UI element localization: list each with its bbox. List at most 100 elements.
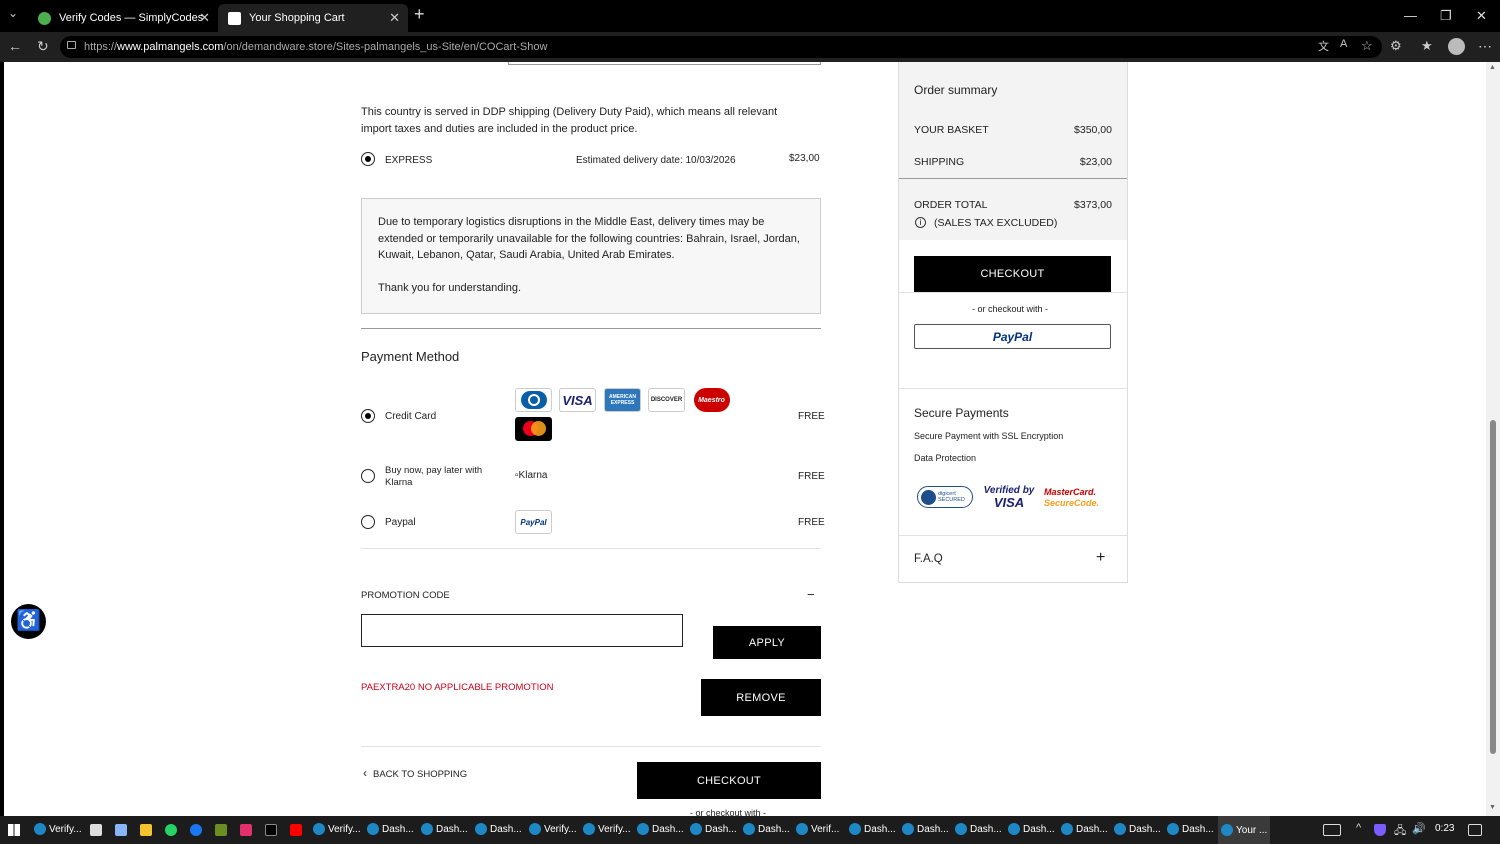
youtube-icon[interactable] bbox=[290, 824, 302, 836]
whatsapp-icon[interactable] bbox=[165, 824, 177, 836]
taskbar-item-active[interactable]: Your ... bbox=[1218, 816, 1271, 844]
scroll-up-icon[interactable]: ▲ bbox=[1489, 64, 1496, 71]
new-tab-icon[interactable]: + bbox=[414, 4, 425, 25]
taskbar-item[interactable]: Verify... bbox=[583, 823, 631, 835]
clock[interactable]: 0:23 bbox=[1435, 823, 1454, 834]
checkout-button-bottom[interactable]: CHECKOUT bbox=[637, 762, 821, 799]
klarna-label: Buy now, pay later with Klarna bbox=[385, 465, 482, 489]
shield-icon[interactable] bbox=[1374, 824, 1386, 836]
paypal-radio[interactable] bbox=[361, 515, 375, 529]
more-menu-icon[interactable]: ⋯ bbox=[1478, 38, 1492, 55]
minecraft-icon[interactable] bbox=[215, 824, 227, 836]
favorite-star-icon[interactable]: ☆ bbox=[1361, 38, 1373, 54]
tab-shopping-cart[interactable]: Your Shopping Cart ✕ bbox=[218, 4, 408, 32]
paypal-button[interactable]: PayPal bbox=[914, 324, 1111, 349]
notifications-icon[interactable] bbox=[1468, 824, 1482, 836]
refresh-icon[interactable]: ↻ bbox=[37, 38, 49, 55]
taskbar-item[interactable]: Dash... bbox=[1008, 823, 1055, 835]
mastercard-securecode-badge-icon: MasterCard. SecureCode. bbox=[1044, 487, 1104, 509]
order-total-label: ORDER TOTAL bbox=[914, 199, 988, 211]
extensions-icon[interactable]: ⚙ bbox=[1390, 38, 1402, 54]
back-icon[interactable]: ← bbox=[8, 38, 22, 54]
taskbar-label: Dash... bbox=[705, 823, 737, 835]
credit-card-radio[interactable] bbox=[361, 409, 375, 423]
taskbar-label: Dash... bbox=[1129, 823, 1161, 835]
taskbar-item[interactable]: Verify... bbox=[313, 823, 361, 835]
taskbar-item[interactable]: Dash... bbox=[743, 823, 790, 835]
x-icon[interactable] bbox=[265, 824, 277, 836]
edge-icon bbox=[421, 823, 433, 835]
taskbar-label: Dash... bbox=[490, 823, 522, 835]
info-icon[interactable]: i bbox=[915, 217, 926, 228]
taskbar: Verify... Verify... Dash... Dash... Dash… bbox=[0, 816, 1500, 844]
divider bbox=[899, 292, 1127, 293]
minimize-icon[interactable]: — bbox=[1404, 8, 1417, 23]
edge-icon bbox=[690, 823, 702, 835]
network-icon[interactable]: 🖧 bbox=[1394, 822, 1406, 841]
url-field[interactable]: https://www.palmangels.com/on/demandware… bbox=[60, 36, 1382, 58]
klarna-logo-alt: ▫Klarna bbox=[515, 470, 548, 481]
remove-button[interactable]: REMOVE bbox=[701, 679, 821, 716]
or-checkout-with-bottom: - or checkout with - bbox=[690, 808, 767, 816]
translate-icon[interactable]: 文 bbox=[1318, 38, 1329, 54]
file-explorer-icon[interactable] bbox=[140, 824, 152, 836]
promo-heading: PROMOTION CODE bbox=[361, 590, 450, 601]
lock-icon bbox=[67, 41, 76, 49]
taskbar-item[interactable]: Dash... bbox=[367, 823, 414, 835]
taskbar-item[interactable]: Verify... bbox=[529, 823, 577, 835]
favorites-icon[interactable]: ★ bbox=[1421, 38, 1433, 54]
tab-list-icon[interactable]: ⌄ bbox=[8, 6, 18, 20]
shipping-value: $23,00 bbox=[1079, 156, 1112, 168]
taskbar-item[interactable]: Dash... bbox=[1167, 823, 1214, 835]
volume-icon[interactable]: 🔊 bbox=[1412, 822, 1426, 835]
paypal-label: Paypal bbox=[385, 517, 416, 528]
edge-icon bbox=[313, 823, 325, 835]
close-icon[interactable]: ✕ bbox=[199, 10, 210, 26]
verified-by-visa-badge-icon: Verified by VISA bbox=[981, 485, 1037, 509]
taskbar-item[interactable]: Dash... bbox=[1114, 823, 1161, 835]
taskbar-item[interactable]: Dash... bbox=[902, 823, 949, 835]
notepad-icon[interactable] bbox=[115, 824, 127, 836]
promo-code-input[interactable] bbox=[361, 614, 683, 647]
mc-badge-line: MasterCard. bbox=[1044, 487, 1097, 497]
back-to-shopping-link[interactable]: ‹ BACK TO SHOPPING bbox=[363, 766, 467, 780]
taskbar-item[interactable]: Dash... bbox=[1061, 823, 1108, 835]
profile-avatar[interactable] bbox=[1448, 38, 1465, 55]
facebook-icon[interactable] bbox=[190, 824, 202, 836]
taskbar-item[interactable]: Verif... bbox=[796, 823, 839, 835]
promo-toggle-icon[interactable]: − bbox=[807, 587, 815, 602]
scrollbar-thumb[interactable] bbox=[1490, 420, 1496, 754]
taskbar-item[interactable]: Verify... bbox=[34, 823, 82, 835]
chevron-up-icon[interactable]: ^ bbox=[1356, 822, 1361, 834]
scroll-down-icon[interactable]: ▼ bbox=[1489, 804, 1496, 811]
taskbar-item[interactable]: Dash... bbox=[955, 823, 1002, 835]
checkout-button[interactable]: CHECKOUT bbox=[914, 256, 1111, 292]
url-domain: www.palmangels.com bbox=[117, 41, 224, 53]
ddp-note-line: This country is served in DDP shipping (… bbox=[361, 106, 778, 118]
accessibility-icon[interactable]: ♿ bbox=[11, 604, 46, 639]
ssl-encryption-text: Secure Payment with SSL Encryption bbox=[914, 431, 1064, 441]
read-aloud-icon[interactable]: A bbox=[1340, 38, 1347, 50]
taskbar-label: Your ... bbox=[1236, 824, 1268, 836]
apply-button[interactable]: APPLY bbox=[713, 626, 821, 659]
calculator-icon[interactable] bbox=[90, 824, 102, 836]
diners-card-icon bbox=[515, 388, 552, 412]
scrollbar[interactable]: ▲ ▼ bbox=[1486, 62, 1500, 816]
express-shipping-radio[interactable] bbox=[361, 152, 375, 166]
instagram-icon[interactable] bbox=[240, 824, 252, 836]
expand-plus-icon[interactable]: + bbox=[1096, 549, 1105, 567]
taskbar-item[interactable]: Dash... bbox=[690, 823, 737, 835]
tab-verify-codes[interactable]: Verify Codes — SimplyCodes ✕ bbox=[28, 4, 218, 32]
close-window-icon[interactable]: ✕ bbox=[1476, 8, 1487, 24]
taskbar-item[interactable]: Dash... bbox=[637, 823, 684, 835]
taskbar-item[interactable]: Dash... bbox=[421, 823, 468, 835]
windows-start-icon[interactable] bbox=[8, 824, 20, 836]
klarna-radio[interactable] bbox=[361, 469, 375, 483]
notice-line: extended or temporarily unavailable for … bbox=[378, 232, 800, 245]
taskbar-item[interactable]: Dash... bbox=[849, 823, 896, 835]
taskbar-item[interactable]: Dash... bbox=[475, 823, 522, 835]
klarna-price: FREE bbox=[798, 471, 825, 482]
restore-icon[interactable]: ❐ bbox=[1440, 8, 1452, 24]
keyboard-icon[interactable] bbox=[1323, 824, 1341, 836]
close-icon[interactable]: ✕ bbox=[389, 10, 400, 26]
